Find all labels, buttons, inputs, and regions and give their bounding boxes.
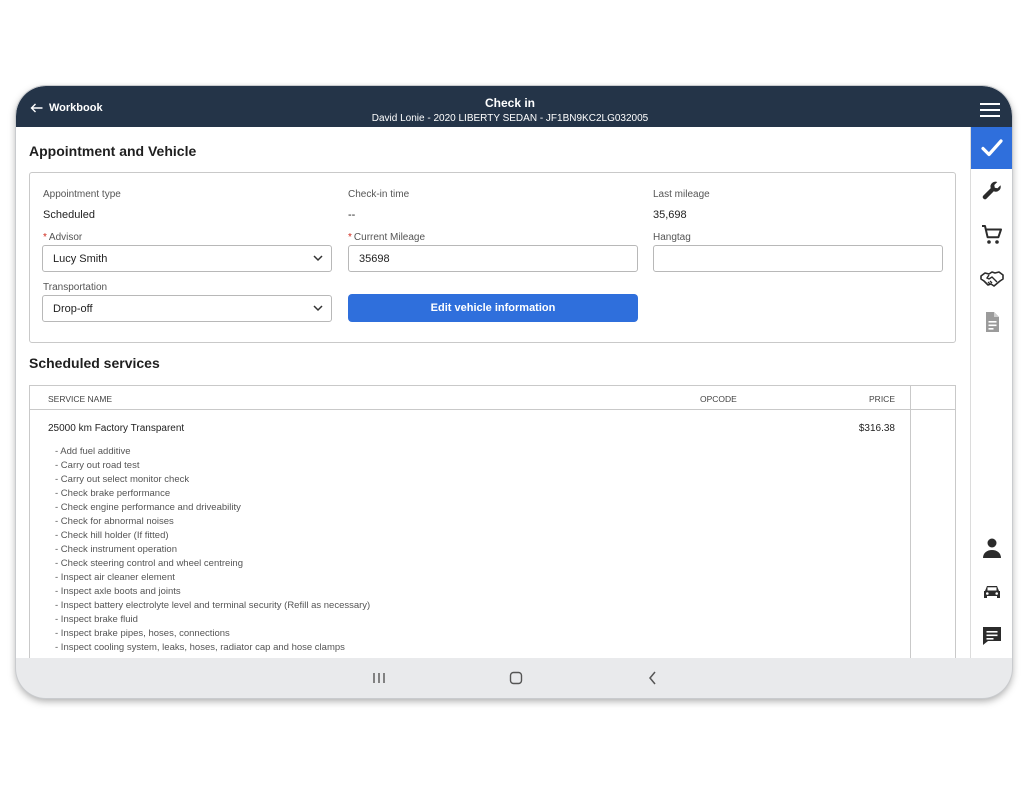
last-mileage-value: 35,698 xyxy=(653,209,687,221)
service-price: $316.38 xyxy=(858,423,895,434)
title-block: Check in David Lonie - 2020 LIBERTY SEDA… xyxy=(266,96,754,124)
back-to-workbook[interactable]: Workbook xyxy=(30,101,103,115)
task-item: - Check brake performance xyxy=(55,488,171,499)
column-price: PRICE xyxy=(869,394,895,404)
scheduled-services-heading: Scheduled services xyxy=(29,355,160,371)
rail-check-in[interactable] xyxy=(971,127,1012,169)
rail-customer[interactable] xyxy=(971,527,1012,569)
chevron-down-icon xyxy=(313,255,323,262)
page-subtitle: David Lonie - 2020 LIBERTY SEDAN - JF1BN… xyxy=(371,113,649,124)
check-icon xyxy=(981,139,1003,157)
app-screen: Workbook Check in David Lonie - 2020 LIB… xyxy=(16,86,1012,658)
chat-icon xyxy=(983,627,1001,645)
appointment-type-value: Scheduled xyxy=(43,209,95,221)
page-title: Check in xyxy=(484,96,535,110)
service-task-list: - Add fuel additive - Carry out road tes… xyxy=(55,445,370,655)
appointment-type-label: Appointment type xyxy=(43,189,121,200)
task-item: - Check steering control and wheel centr… xyxy=(55,558,243,569)
task-item: - Check for abnormal noises xyxy=(55,516,174,527)
rail-services[interactable] xyxy=(971,170,1012,212)
task-item: - Check engine performance and driveabil… xyxy=(55,502,241,513)
back-label: Workbook xyxy=(49,102,103,114)
edit-vehicle-button[interactable]: Edit vehicle information xyxy=(348,294,638,322)
task-item: - Inspect cooling system, leaks, hoses, … xyxy=(55,642,345,653)
system-nav-bar xyxy=(16,658,1012,698)
cart-icon xyxy=(982,225,1002,244)
arrow-left-icon xyxy=(30,103,43,113)
column-service-name: SERVICE NAME xyxy=(48,394,113,404)
column-opcode: OPCODE xyxy=(700,394,737,404)
required-mark: * xyxy=(348,232,352,243)
hangtag-input[interactable] xyxy=(653,245,943,272)
checkin-time-label: Check-in time xyxy=(348,189,410,200)
table-header: SERVICE NAME OPCODE PRICE xyxy=(30,386,955,410)
document-icon xyxy=(986,312,999,332)
chevron-down-icon xyxy=(313,305,323,312)
right-icon-rail xyxy=(970,127,1012,658)
advisor-value: Lucy Smith xyxy=(53,252,108,265)
task-item: - Check instrument operation xyxy=(55,544,177,555)
tablet-frame: Workbook Check in David Lonie - 2020 LIB… xyxy=(16,86,1012,698)
advisor-label: * Advisor xyxy=(43,232,83,243)
transportation-select[interactable]: Drop-off xyxy=(42,295,332,322)
required-mark: * xyxy=(43,232,47,243)
main-content: Appointment and Vehicle Appointment type… xyxy=(16,127,970,658)
transportation-label: Transportation xyxy=(43,282,108,293)
hamburger-menu-icon[interactable] xyxy=(980,103,1000,117)
appointment-heading: Appointment and Vehicle xyxy=(29,143,197,159)
rail-documents[interactable] xyxy=(971,301,1012,343)
hangtag-label: Hangtag xyxy=(653,232,691,243)
task-item: - Inspect axle boots and joints xyxy=(55,586,181,597)
rail-cart[interactable] xyxy=(971,214,1012,256)
appointment-card: Appointment type Scheduled Check-in time… xyxy=(29,172,956,343)
task-item: - Check hill holder (If fitted) xyxy=(55,530,169,541)
recent-apps-icon[interactable] xyxy=(370,669,388,687)
current-mileage-value: 35698 xyxy=(359,252,390,265)
services-table: SERVICE NAME OPCODE PRICE 25000 km Facto… xyxy=(29,385,956,658)
rail-vehicle[interactable] xyxy=(971,571,1012,613)
top-bar: Workbook Check in David Lonie - 2020 LIB… xyxy=(16,86,1012,127)
task-item: - Inspect brake pipes, hoses, connection… xyxy=(55,628,230,639)
person-icon xyxy=(983,538,1001,558)
task-item: - Inspect battery electrolyte level and … xyxy=(55,600,371,611)
task-item: - Inspect air cleaner element xyxy=(55,572,175,583)
handshake-icon xyxy=(980,271,1004,287)
task-item: - Add fuel additive xyxy=(55,446,131,457)
rail-messages[interactable] xyxy=(971,615,1012,657)
wrench-icon xyxy=(982,181,1001,200)
checkin-time-value: -- xyxy=(348,209,356,221)
advisor-select[interactable]: Lucy Smith xyxy=(42,245,332,272)
car-icon xyxy=(984,586,1000,598)
task-item: - Carry out road test xyxy=(55,460,140,471)
task-item: - Inspect brake fluid xyxy=(55,614,138,625)
back-nav-icon[interactable] xyxy=(644,669,662,687)
rail-deal[interactable] xyxy=(971,258,1012,300)
column-divider xyxy=(910,386,911,410)
current-mileage-label: * Current Mileage xyxy=(348,232,426,243)
transportation-value: Drop-off xyxy=(53,302,93,315)
column-divider xyxy=(910,410,911,658)
home-icon[interactable] xyxy=(507,669,525,687)
current-mileage-input[interactable]: 35698 xyxy=(348,245,638,272)
service-name[interactable]: 25000 km Factory Transparent xyxy=(48,423,184,434)
last-mileage-label: Last mileage xyxy=(653,189,710,200)
task-item: - Carry out select monitor check xyxy=(55,474,190,485)
